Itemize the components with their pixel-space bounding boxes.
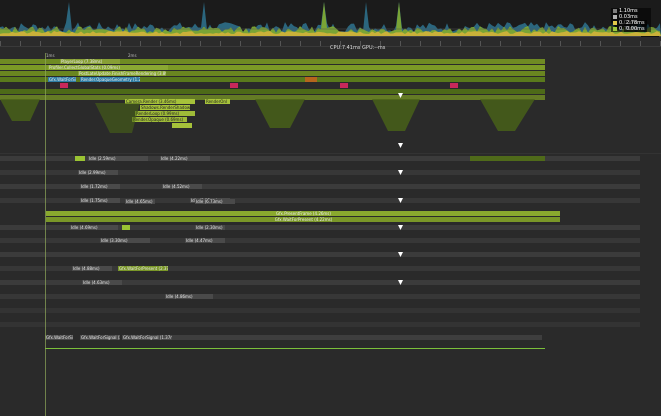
graph-area-chart — [0, 0, 661, 36]
ruler-tick — [20, 41, 21, 46]
ruler-tick — [280, 41, 281, 46]
ruler-tick — [60, 41, 61, 46]
ruler-tick — [560, 41, 561, 46]
ruler-tick — [160, 41, 161, 46]
sample-bar[interactable]: Idle (4.22ms) — [160, 156, 210, 161]
sample-bar[interactable]: Idle (4.65ms) — [125, 199, 155, 204]
legend-right-value: 0.00ms — [624, 26, 647, 32]
ruler-tick — [140, 41, 141, 46]
timeline-view[interactable]: PlayerLoop (7.38ms) Profiler.CollectGlob… — [0, 53, 661, 416]
sample-bar[interactable]: Gfx.WaitForSignal — [48, 77, 76, 82]
sample-bar[interactable] — [60, 83, 68, 88]
sample-bar[interactable]: Idle (1.75ms) — [80, 198, 120, 203]
ruler-tick — [180, 41, 181, 46]
sample-bar[interactable]: Idle (2.30ms) — [195, 225, 225, 230]
sample-bar[interactable]: Profiler.CollectGlobalStats (0.09ms) — [48, 65, 168, 70]
sample-bar[interactable]: Idle (3.30ms) — [100, 238, 150, 243]
time-cursor[interactable] — [45, 53, 46, 416]
sample-bar[interactable] — [470, 156, 545, 161]
sample-bar[interactable] — [230, 83, 238, 88]
ruler-tick — [200, 41, 201, 46]
sample-bar[interactable]: Gfx.WaitForSignal — [45, 335, 73, 340]
ruler-tick — [580, 41, 581, 46]
ruler-tick — [300, 41, 301, 46]
sample-bar[interactable] — [340, 83, 348, 88]
sample-bar[interactable]: Idle (6.73ms) — [195, 199, 235, 204]
ruler-tick — [500, 41, 501, 46]
sample-bar[interactable] — [75, 156, 85, 161]
ruler-tick — [540, 41, 541, 46]
ruler-tick — [620, 41, 621, 46]
sample-bar[interactable]: Idle (4.52ms) — [162, 184, 202, 189]
ruler-tick — [440, 41, 441, 46]
sample-bar[interactable]: Idle (4.47ms) — [185, 238, 225, 243]
sample-bar[interactable]: Idle (4.69ms) — [70, 225, 118, 230]
sample-bar[interactable] — [0, 238, 640, 243]
progress-line — [45, 348, 545, 349]
ruler-tick — [460, 41, 461, 46]
sample-bar[interactable]: PlayerLoop (7.38ms) — [60, 59, 120, 64]
ruler-tick — [400, 41, 401, 46]
expand-marker-icon[interactable] — [398, 143, 403, 148]
ruler-tick — [320, 41, 321, 46]
ruler-tick — [100, 41, 101, 46]
sample-bar[interactable]: Gfx.WaitForSignal (2.95ms) — [80, 335, 120, 340]
sample-bar[interactable]: Idle (2.59ms) — [88, 156, 148, 161]
sample-bar[interactable]: Idle (4.63ms) — [82, 280, 122, 285]
ruler-tick — [480, 41, 481, 46]
ruler-tick — [0, 41, 1, 46]
cpu-gpu-time-label: CPU:7.41ms GPU:--ms — [330, 45, 386, 51]
sample-bar[interactable] — [172, 335, 542, 340]
ruler-tick — [80, 41, 81, 46]
call-stack-shapes — [0, 99, 535, 133]
sample-bar[interactable] — [0, 308, 640, 313]
ruler-tick — [520, 41, 521, 46]
sample-bar[interactable]: Gfx.PresentFrame (4.26ms) — [46, 211, 560, 216]
sample-bar[interactable]: Idle (2.99ms) — [78, 170, 118, 175]
sample-bar[interactable] — [305, 77, 317, 82]
ruler-tick — [40, 41, 41, 46]
ruler-tick — [120, 41, 121, 46]
profiler-window: { "graph": { "legend": [ {"label": "1.10… — [0, 0, 661, 416]
sample-bar[interactable]: Gfx.WaitForPresent (2.37ms) — [118, 266, 168, 271]
ruler-tick — [600, 41, 601, 46]
sample-bar[interactable] — [0, 322, 640, 327]
ruler-tick — [240, 41, 241, 46]
ruler-tick — [260, 41, 261, 46]
sample-bar[interactable]: Idle (1.72ms) — [80, 184, 120, 189]
sample-bar[interactable] — [0, 252, 640, 257]
sample-bar[interactable] — [122, 225, 130, 230]
cpu-usage-graph[interactable]: 1.10ms 0.03ms 0.03ms 0.78ms 2.78ms 0.00m… — [0, 0, 661, 37]
sample-bar[interactable]: Idle (4.86ms) — [165, 294, 213, 299]
sample-bar[interactable]: Render.OpaqueGeometry (1.25ms) — [80, 77, 140, 82]
ruler-tick — [220, 41, 221, 46]
sample-bar[interactable]: Gfx.WaitForSignal (1.37ms) — [122, 335, 172, 340]
sample-bar[interactable] — [0, 294, 640, 299]
sample-bar[interactable] — [450, 83, 458, 88]
ruler-tick — [640, 41, 641, 46]
ruler-tick — [420, 41, 421, 46]
sample-bar[interactable]: Idle (4.88ms) — [72, 266, 112, 271]
sample-bar[interactable]: Gfx.WaitForPresent (4.22ms) — [46, 217, 560, 222]
sample-bar[interactable]: PostLateUpdate.FinishFrameRendering (3.8… — [78, 71, 166, 76]
